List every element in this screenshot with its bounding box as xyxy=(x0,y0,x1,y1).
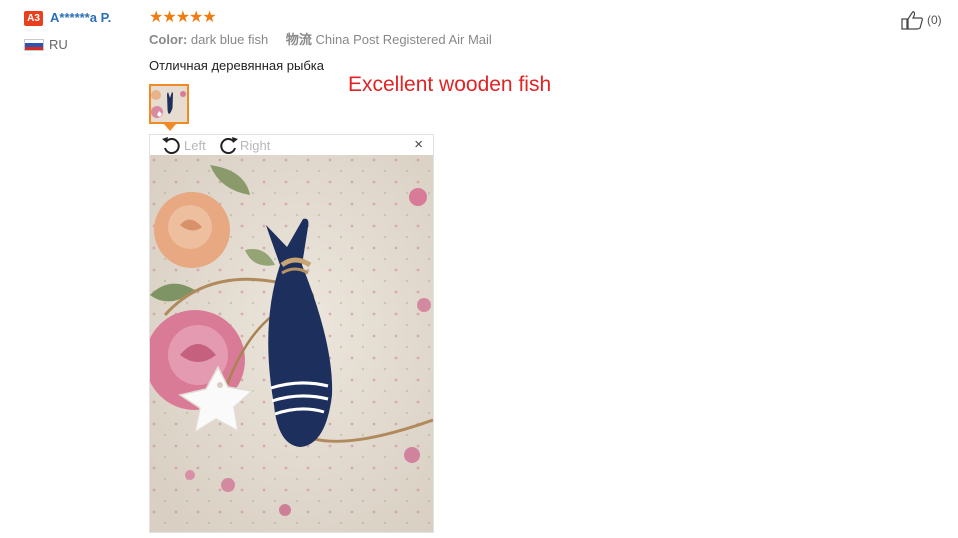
rotate-left-icon xyxy=(162,137,180,154)
star-rating: ★★★★★ xyxy=(149,9,217,26)
color-label: Color: xyxy=(149,32,188,47)
review-text: Отличная деревянная рыбка xyxy=(149,58,324,73)
thumbs-up-icon xyxy=(901,11,923,30)
shipping-value: China Post Registered Air Mail xyxy=(315,32,492,47)
photo-thumbnail[interactable] xyxy=(149,84,189,124)
helpful-count: (0) xyxy=(927,13,942,27)
level-badge: A3 xyxy=(24,11,43,26)
viewer-toolbar: Left Right × xyxy=(150,135,433,155)
rotate-right-label: Right xyxy=(240,137,271,153)
rotate-left-label: Left xyxy=(184,137,206,153)
rotate-right-icon xyxy=(220,137,238,154)
rotate-right-button[interactable]: Right xyxy=(217,136,270,154)
thumbnail-pointer xyxy=(164,124,176,131)
color-value: dark blue fish xyxy=(190,32,269,47)
rotate-left-button[interactable]: Left xyxy=(161,136,206,154)
country-code: RU xyxy=(49,37,68,52)
order-info: Color: dark blue fish 物流 China Post Regi… xyxy=(149,32,492,48)
reviewer-name[interactable]: A******a P. xyxy=(50,10,111,26)
russia-flag-icon xyxy=(24,39,44,51)
image-viewer: Left Right × xyxy=(149,134,434,533)
thumbnail-image xyxy=(151,86,187,122)
review-photo xyxy=(150,155,433,532)
shipping-label: 物流 xyxy=(285,32,312,47)
helpful-button[interactable]: (0) xyxy=(901,10,942,30)
close-viewer-button[interactable]: × xyxy=(414,137,423,153)
translation-annotation: Excellent wooden fish xyxy=(348,73,552,96)
